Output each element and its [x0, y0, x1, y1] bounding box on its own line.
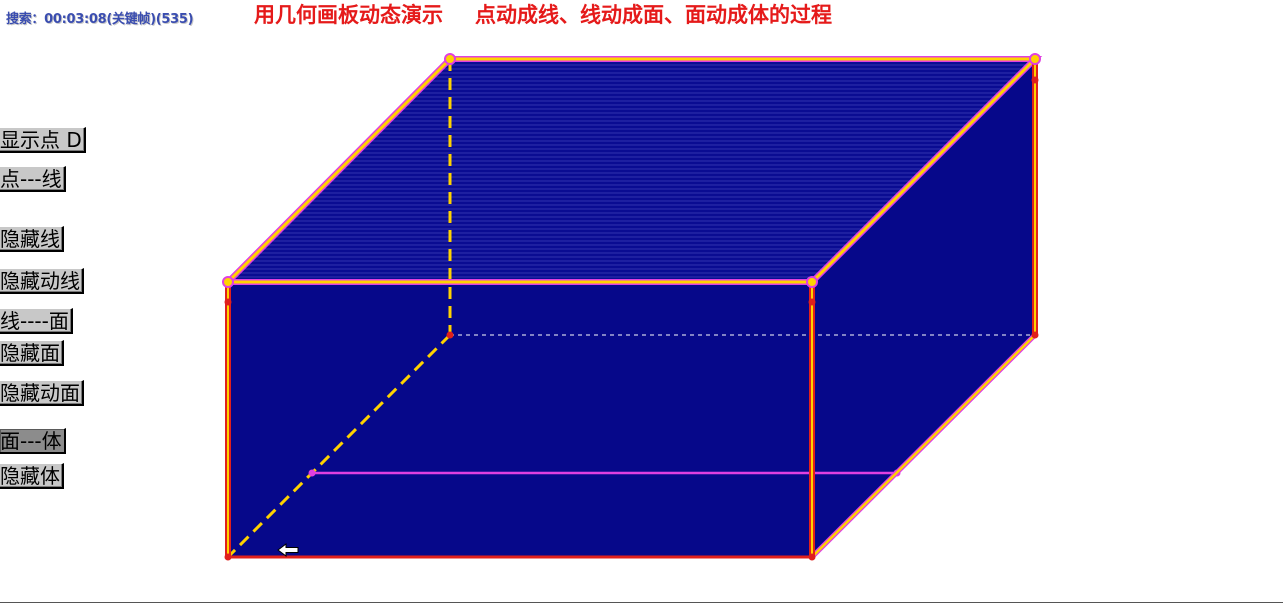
red-point-1 [224, 298, 232, 306]
red-point-7 [808, 553, 816, 561]
vertex-top-back-left [444, 53, 456, 65]
bottom-divider [0, 602, 1283, 603]
red-point-2 [808, 298, 816, 306]
vertex-top-back-right [1029, 53, 1041, 65]
front-face [228, 282, 812, 557]
geometry-canvas[interactable] [0, 0, 1283, 605]
moving-point-left[interactable] [308, 469, 316, 477]
red-point-4 [446, 331, 454, 339]
red-point-6 [224, 553, 232, 561]
vertex-top-front-right [806, 276, 818, 288]
red-point-3 [1031, 76, 1039, 84]
vertex-top-front-left [222, 276, 234, 288]
red-point-5 [1031, 331, 1039, 339]
